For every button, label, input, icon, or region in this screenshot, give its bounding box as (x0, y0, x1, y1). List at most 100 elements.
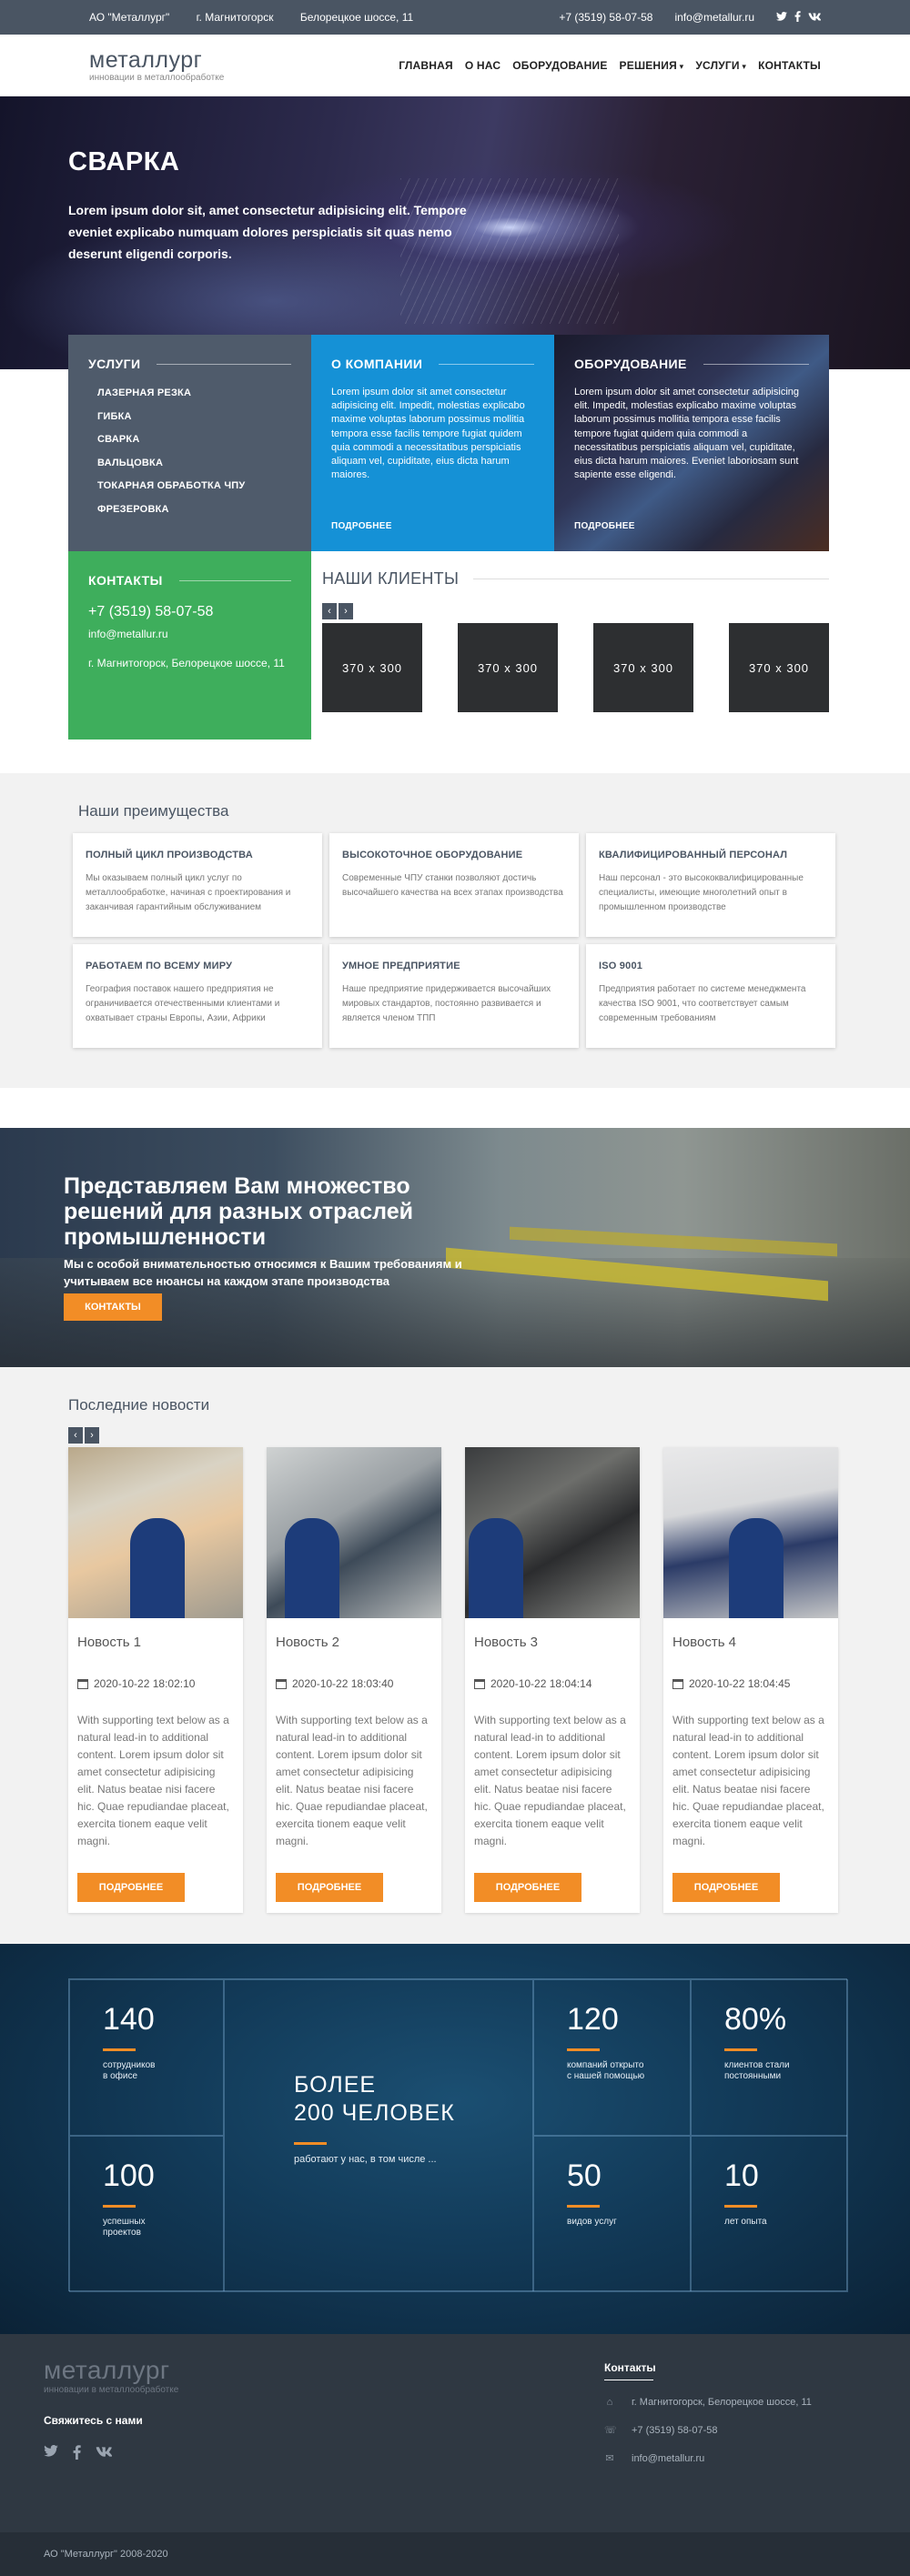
nav-item-about[interactable]: О НАС (465, 59, 500, 72)
topbar-phone[interactable]: +7 (3519) 58-07-58 (559, 11, 652, 24)
home-icon: ⌂ (606, 2397, 613, 2408)
hero-text: Lorem ipsum dolor sit, amet consectetur … (68, 203, 467, 261)
stat-total-staff: БОЛЕЕ 200 ЧЕЛОВЕК работают у нас, в том ч… (224, 1979, 533, 2292)
company-more-link[interactable]: ПОДРОБНЕЕ (331, 521, 392, 531)
news-next-button[interactable]: › (85, 1427, 99, 1444)
service-item-welding[interactable]: СВАРКА (97, 434, 291, 445)
client-logo[interactable]: 370 x 300 (458, 623, 558, 712)
stats-grid: 140 сотрудников в офисе БОЛЕЕ 200 ЧЕЛОВЕК … (68, 1978, 848, 2292)
advantage-title: УМНОЕ ПРЕДПРИЯТИЕ (342, 961, 460, 971)
nav-item-equipment[interactable]: ОБОРУДОВАНИЕ (512, 59, 607, 72)
clients-next-button[interactable]: › (339, 603, 353, 619)
equipment-text: Lorem ipsum dolor sit amet consectetur a… (574, 387, 800, 481)
advantage-title: КВАЛИФИЦИРОВАННЫЙ ПЕРСОНАЛ (599, 850, 788, 860)
advantage-card: КВАЛИФИЦИРОВАННЫЙ ПЕРСОНАЛ Наш персонал … (586, 833, 835, 937)
news-card-title[interactable]: Новость 3 (474, 1635, 631, 1650)
clients-prev-button[interactable]: ‹ (322, 603, 337, 619)
service-item-laser[interactable]: ЛАЗЕРНАЯ РЕЗКА (97, 387, 291, 398)
news-more-button[interactable]: ПОДРОБНЕЕ (77, 1873, 185, 1902)
news-image[interactable] (267, 1447, 441, 1618)
vk-icon[interactable] (96, 2445, 113, 2463)
footer-email-row: ✉ info@metallur.ru (604, 2452, 812, 2465)
news-image-person (285, 1518, 339, 1618)
clients-carousel-controls: ‹ › (322, 603, 829, 619)
service-item-bending[interactable]: ГИБКА (97, 411, 291, 422)
news-more-button[interactable]: ПОДРОБНЕЕ (474, 1873, 581, 1902)
topbar-email[interactable]: info@metallur.ru (674, 11, 754, 24)
advantage-title: ПОЛНЫЙ ЦИКЛ ПРОИЗВОДСТВА (86, 850, 253, 860)
facebook-icon[interactable] (794, 10, 801, 25)
services-tile: УСЛУГИ ЛАЗЕРНАЯ РЕЗКА ГИБКА СВАРКА ВАЛЬЦ… (68, 335, 311, 551)
advantages-title: Наши преимущества (78, 802, 229, 820)
advantage-card: РАБОТАЕМ ПО ВСЕМУ МИРУ География поставо… (73, 944, 322, 1048)
client-logo[interactable]: 370 x 300 (729, 623, 829, 712)
news-image[interactable] (663, 1447, 838, 1618)
logo-tagline: инновации в металлообработке (89, 72, 225, 83)
equipment-title: ОБОРУДОВАНИЕ (574, 357, 809, 371)
stat-label: сотрудников в офисе (103, 2060, 156, 2081)
banner-title: Представляем Вам множество решений для р… (64, 1173, 413, 1250)
stat-label: клиентов стали постоянными (724, 2060, 790, 2081)
footer-email[interactable]: info@metallur.ru (632, 2453, 704, 2464)
service-item-turning[interactable]: ТОКАРНАЯ ОБРАБОТКА ЧПУ (97, 480, 291, 491)
nav-item-contacts[interactable]: КОНТАКТЫ (758, 59, 821, 72)
stat-years: 10 лет опыта (691, 2136, 848, 2292)
news-more-button[interactable]: ПОДРОБНЕЕ (672, 1873, 780, 1902)
news-image[interactable] (465, 1447, 640, 1618)
stat-companies: 120 компаний открыто с нашей помощью (533, 1979, 691, 2136)
vk-icon[interactable] (808, 11, 822, 25)
calendar-icon (77, 1678, 88, 1689)
top-bar: АО "Металлург" г. Магнитогорск Белорецко… (0, 0, 910, 35)
advantage-title: ВЫСОКОТОЧНОЕ ОБОРУДОВАНИЕ (342, 850, 523, 860)
contacts-phone[interactable]: +7 (3519) 58-07-58 (88, 604, 291, 620)
copyright-bar: АО "Металлург" 2008-2020 (0, 2532, 910, 2576)
feature-tiles: УСЛУГИ ЛАЗЕРНАЯ РЕЗКА ГИБКА СВАРКА ВАЛЬЦ… (68, 335, 829, 740)
stat-label: лет опыта (724, 2217, 767, 2227)
twitter-icon[interactable] (776, 11, 787, 25)
company-tile[interactable]: О КОМПАНИИ Lorem ipsum dolor sit amet co… (311, 335, 554, 551)
client-logo[interactable]: 370 x 300 (322, 623, 422, 712)
footer-logo[interactable]: металлург инновации в металлообработке (44, 2356, 178, 2395)
news-prev-button[interactable]: ‹ (68, 1427, 83, 1444)
stat-number: 10 (724, 2158, 759, 2193)
stat-accent-bar (103, 2048, 136, 2051)
stat-label: видов услуг (567, 2217, 617, 2227)
banner-contacts-button[interactable]: КОНТАКТЫ (64, 1293, 162, 1321)
footer-phone[interactable]: +7 (3519) 58-07-58 (632, 2425, 717, 2436)
footer-phone-row: ☏ +7 (3519) 58-07-58 (604, 2424, 812, 2437)
nav-item-solutions[interactable]: РЕШЕНИЯ (620, 59, 684, 72)
client-logo[interactable]: 370 x 300 (593, 623, 693, 712)
contacts-tile: КОНТАКТЫ +7 (3519) 58-07-58 info@metallu… (68, 551, 311, 740)
envelope-icon: ✉ (605, 2453, 614, 2464)
news-card-title[interactable]: Новость 2 (276, 1635, 432, 1650)
footer-logo-tagline: инновации в металлообработке (44, 2385, 179, 2395)
equipment-tile[interactable]: ОБОРУДОВАНИЕ Lorem ipsum dolor sit amet … (554, 335, 829, 551)
news-text: With supporting text below as a natural … (276, 1714, 428, 1847)
twitter-icon[interactable] (44, 2444, 58, 2463)
stat-number: 140 (103, 2002, 155, 2037)
news-date-text: 2020-10-22 18:04:45 (689, 1677, 791, 1690)
topbar-company: АО "Металлург" (89, 11, 170, 24)
service-item-rolling[interactable]: ВАЛЬЦОВКА (97, 458, 291, 468)
stat-label: успешных проектов (103, 2217, 146, 2238)
calendar-icon (276, 1678, 287, 1689)
news-card-title[interactable]: Новость 1 (77, 1635, 234, 1650)
news-more-button[interactable]: ПОДРОБНЕЕ (276, 1873, 383, 1902)
site-logo[interactable]: металлург инновации в металлообработке (89, 48, 224, 83)
news-text: With supporting text below as a natural … (77, 1714, 229, 1847)
news-image[interactable] (68, 1447, 243, 1618)
nav-item-services[interactable]: УСЛУГИ (695, 59, 746, 72)
equipment-more-link[interactable]: ПОДРОБНЕЕ (574, 521, 635, 531)
advantage-text: Предприятия работает по системе менеджме… (599, 984, 806, 1023)
stat-accent-bar (567, 2205, 600, 2208)
site-footer: металлург инновации в металлообработке С… (0, 2334, 910, 2532)
service-item-milling[interactable]: ФРЕЗЕРОВКА (97, 504, 291, 515)
contacts-email[interactable]: info@metallur.ru (88, 628, 291, 640)
nav-item-home[interactable]: ГЛАВНАЯ (399, 59, 453, 72)
advantage-text: География поставок нашего предприятия не… (86, 984, 280, 1023)
stat-label: компаний открыто с нашей помощью (567, 2060, 645, 2081)
facebook-icon[interactable] (73, 2445, 81, 2463)
news-date-text: 2020-10-22 18:02:10 (94, 1677, 196, 1690)
news-card: Новость 4 2020-10-22 18:04:45 With suppo… (663, 1447, 838, 1913)
news-card-title[interactable]: Новость 4 (672, 1635, 829, 1650)
